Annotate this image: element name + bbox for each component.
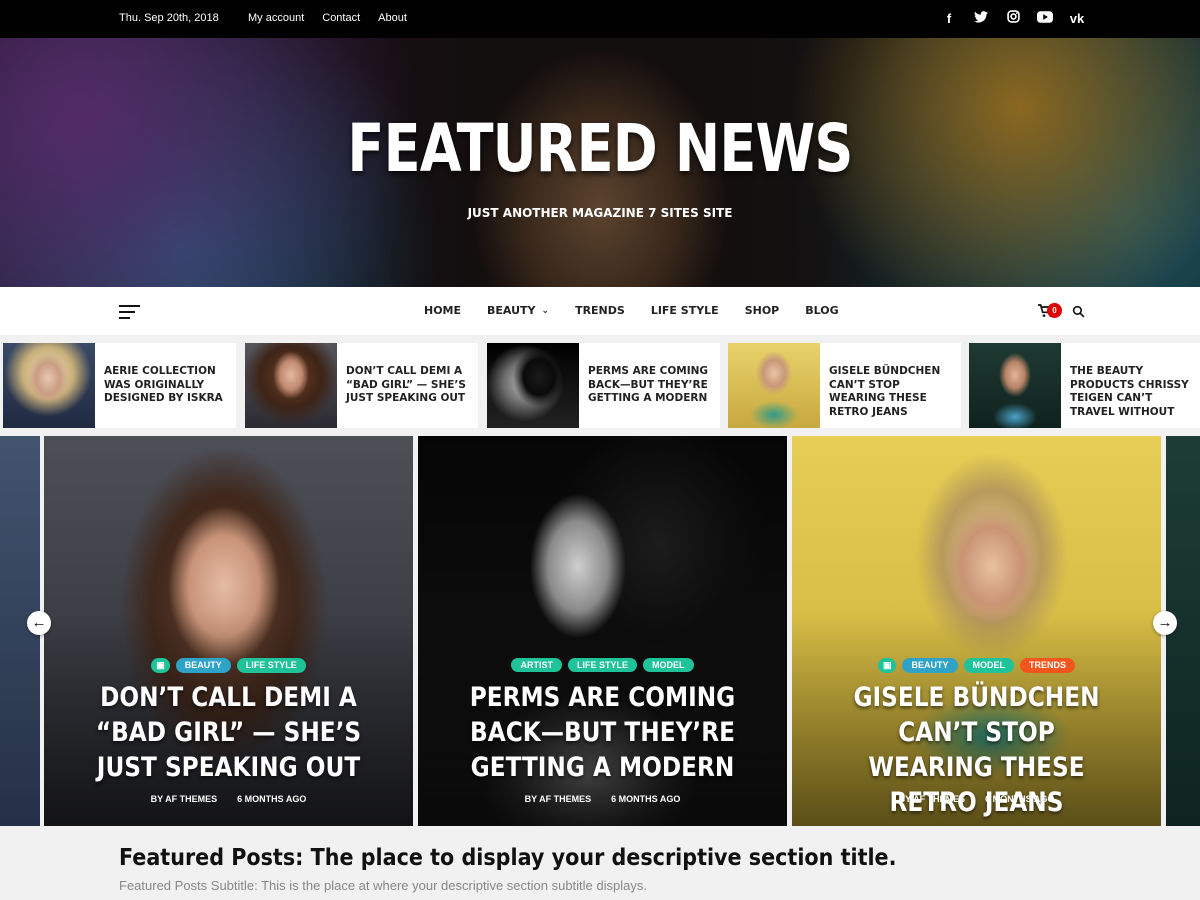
category-tag[interactable]: MODEL xyxy=(963,658,1014,673)
category-tag[interactable]: BEAUTY xyxy=(175,658,231,673)
trending-title: THE BEAUTY PRODUCTS CHRISSY TEIGEN CAN’T… xyxy=(1070,365,1189,418)
carousel-prev-arrow-icon[interactable]: ← xyxy=(27,611,51,635)
post-date: 6 MONTHS AGO xyxy=(985,794,1055,804)
trending-item[interactable]: DON’T CALL DEMI A “BAD GIRL” — SHE’S JUS… xyxy=(245,343,478,428)
featured-posts-section: Featured Posts: The place to display you… xyxy=(0,826,1200,900)
site-title[interactable]: FEATURED NEWS xyxy=(108,110,1092,187)
nav-item-blog[interactable]: BLOG xyxy=(805,304,838,317)
trending-title: AERIE COLLECTION WAS ORIGINALLY DESIGNED… xyxy=(104,365,223,404)
post-thumbnail xyxy=(3,343,95,428)
post-meta: BY AF THEMES 6 MONTHS AGO xyxy=(44,794,413,804)
category-tags: ARTIST LIFE STYLE MODEL xyxy=(418,658,787,672)
post-author[interactable]: BY AF THEMES xyxy=(151,794,218,804)
nav-item-trends[interactable]: TRENDS xyxy=(575,304,625,317)
category-tag[interactable]: ARTIST xyxy=(511,658,562,672)
post-thumbnail xyxy=(487,343,579,428)
site-header-banner: FEATURED NEWS JUST ANOTHER MAGAZINE 7 SI… xyxy=(0,38,1200,287)
post-thumbnail xyxy=(245,343,337,428)
trending-title: DON’T CALL DEMI A “BAD GIRL” — SHE’S JUS… xyxy=(346,365,466,404)
my-account-link[interactable]: My account xyxy=(248,12,304,24)
chevron-down-icon: ⌄ xyxy=(541,305,550,316)
category-tag[interactable]: TRENDS xyxy=(1020,658,1076,673)
trending-item[interactable]: THE BEAUTY PRODUCTS CHRISSY TEIGEN CAN’T… xyxy=(969,343,1200,428)
cart-count-badge: 0 xyxy=(1047,303,1062,318)
trending-title: PERMS ARE COMING BACK—BUT THEY’RE GETTIN… xyxy=(588,365,709,404)
post-author[interactable]: BY AF THEMES xyxy=(899,794,966,804)
nav-label: HOME xyxy=(424,304,462,317)
youtube-icon[interactable] xyxy=(1036,10,1054,26)
carousel-slide[interactable]: ▣ BEAUTY MODEL TRENDS GISELE BÜNDCHEN CA… xyxy=(792,436,1161,826)
category-tags: ▣ BEAUTY MODEL TRENDS xyxy=(792,658,1161,673)
search-icon[interactable] xyxy=(1072,305,1085,323)
post-date: 6 MONTHS AGO xyxy=(237,794,307,804)
site-tagline: JUST ANOTHER MAGAZINE 7 SITES SITE xyxy=(467,206,733,220)
category-tag[interactable]: LIFE STYLE xyxy=(567,658,637,672)
facebook-icon[interactable]: f xyxy=(940,11,958,26)
vk-icon[interactable]: vk xyxy=(1068,11,1086,26)
carousel-slide[interactable]: ARTIST LIFE STYLE MODEL PERMS ARE COMING… xyxy=(418,436,787,826)
category-tag[interactable]: MODEL xyxy=(643,658,694,672)
top-bar: Thu. Sep 20th, 2018 My account Contact A… xyxy=(0,0,1200,38)
trending-item[interactable]: GISELE BÜNDCHEN CAN’T STOP WEARING THESE… xyxy=(728,343,961,428)
nav-item-home[interactable]: HOME xyxy=(424,304,461,317)
section-title: Featured Posts: The place to display you… xyxy=(119,845,897,871)
category-tags: ▣ BEAUTY LIFE STYLE xyxy=(44,658,413,673)
carousel-slide[interactable]: ▣ BEAUTY LIFE STYLE DON’T CALL DEMI A “B… xyxy=(44,436,413,826)
trending-item[interactable]: PERMS ARE COMING BACK—BUT THEY’RE GETTIN… xyxy=(487,343,720,428)
top-links: My account Contact About xyxy=(248,12,407,24)
trending-item[interactable]: AERIE COLLECTION WAS ORIGINALLY DESIGNED… xyxy=(3,343,236,428)
post-thumbnail xyxy=(969,343,1061,428)
slide-headline[interactable]: DON’T CALL DEMI A “BAD GIRL” — SHE’S JUS… xyxy=(87,680,370,785)
slide-headline[interactable]: PERMS ARE COMING BACK—BUT THEY’RE GETTIN… xyxy=(461,680,744,785)
nav-label: BEAUTY xyxy=(487,304,536,317)
instagram-icon[interactable] xyxy=(1004,10,1022,26)
contact-link[interactable]: Contact xyxy=(322,12,360,24)
gallery-icon: ▣ xyxy=(877,658,897,673)
featured-carousel: ▣ BEAUTY LIFE STYLE DON’T CALL DEMI A “B… xyxy=(0,436,1200,826)
nav-label: BLOG xyxy=(805,304,839,317)
carousel-next-arrow-icon[interactable]: → xyxy=(1153,611,1177,635)
trending-posts: AERIE COLLECTION WAS ORIGINALLY DESIGNED… xyxy=(0,343,1200,428)
primary-menu: HOME BEAUTY ⌄ TRENDS LIFE STYLE SHOP BLOG xyxy=(424,304,839,317)
nav-item-life-style[interactable]: LIFE STYLE xyxy=(651,304,719,317)
nav-label: TRENDS xyxy=(575,304,625,317)
current-date: Thu. Sep 20th, 2018 xyxy=(119,12,219,24)
nav-label: SHOP xyxy=(744,304,780,317)
offcanvas-menu-icon[interactable] xyxy=(119,305,140,319)
nav-item-beauty[interactable]: BEAUTY ⌄ xyxy=(487,304,549,317)
about-link[interactable]: About xyxy=(378,12,407,24)
nav-item-shop[interactable]: SHOP xyxy=(745,304,780,317)
post-author[interactable]: BY AF THEMES xyxy=(525,794,592,804)
nav-label: LIFE STYLE xyxy=(650,304,719,317)
section-subtitle: Featured Posts Subtitle: This is the pla… xyxy=(119,878,647,893)
category-tag[interactable]: BEAUTY xyxy=(902,658,958,673)
category-tag[interactable]: LIFE STYLE xyxy=(236,658,306,673)
post-meta: BY AF THEMES 6 MONTHS AGO xyxy=(418,794,787,804)
gallery-icon: ▣ xyxy=(151,658,170,673)
main-navigation: HOME BEAUTY ⌄ TRENDS LIFE STYLE SHOP BLOG… xyxy=(0,287,1200,335)
post-date: 6 MONTHS AGO xyxy=(611,794,681,804)
trending-title: GISELE BÜNDCHEN CAN’T STOP WEARING THESE… xyxy=(829,365,941,418)
post-thumbnail xyxy=(728,343,820,428)
post-meta: BY AF THEMES 6 MONTHS AGO xyxy=(792,794,1161,804)
social-links: f vk xyxy=(940,10,1086,26)
twitter-icon[interactable] xyxy=(972,10,990,26)
